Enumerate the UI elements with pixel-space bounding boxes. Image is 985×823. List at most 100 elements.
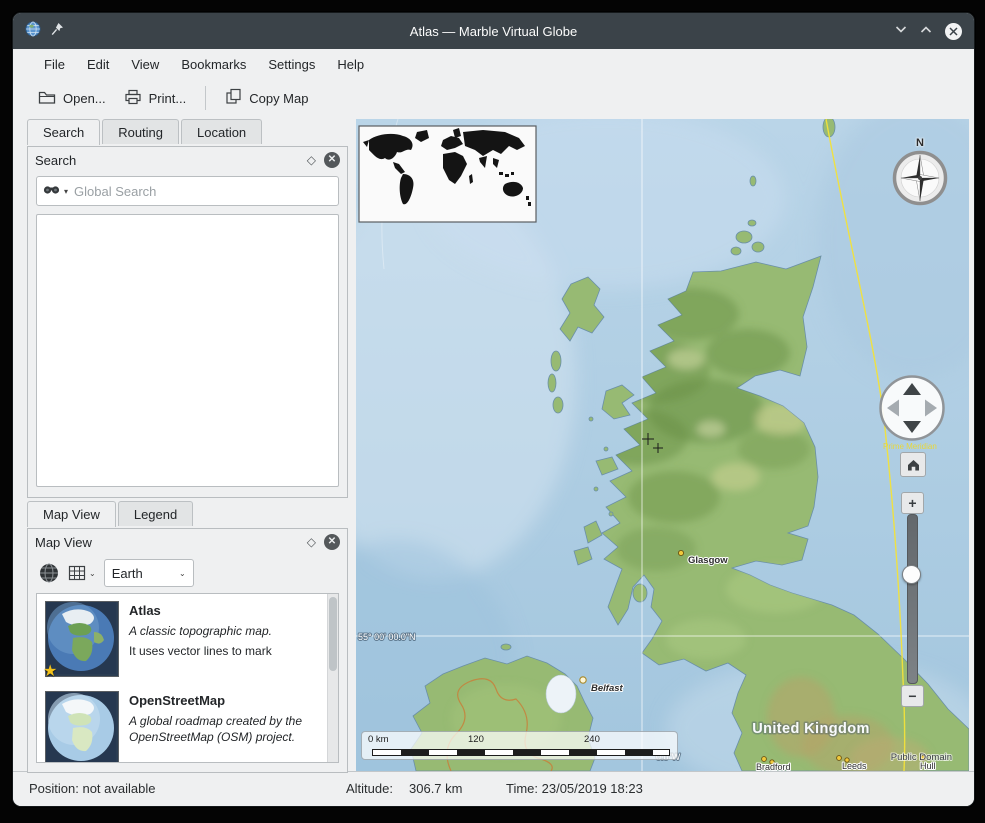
map-view-panel: Map View ◇ ✕ ⌄ Earth ⌄ xyxy=(27,528,348,773)
menu-edit[interactable]: Edit xyxy=(76,53,120,76)
print-button[interactable]: Print... xyxy=(115,84,196,113)
projection-flat-button[interactable]: ⌄ xyxy=(68,564,96,582)
city-marker-belfast[interactable] xyxy=(580,677,586,683)
float-panel-icon[interactable]: ◇ xyxy=(307,153,316,167)
city-label-glasgow: Glasgow xyxy=(688,555,728,566)
scale-start-label: 0 km xyxy=(368,734,389,745)
toolbar: Open... Print... Copy Map xyxy=(13,79,974,117)
celestial-body-select[interactable]: Earth ⌄ xyxy=(104,559,194,587)
overview-map[interactable] xyxy=(359,126,536,222)
close-icon[interactable] xyxy=(945,23,962,40)
theme-name: OpenStreetMap xyxy=(129,693,302,708)
theme-tagline: A global roadmap created by the xyxy=(129,714,302,728)
titlebar[interactable]: Atlas — Marble Virtual Globe xyxy=(13,13,974,49)
city-label-bradford: Bradford xyxy=(756,762,791,771)
open-button[interactable]: Open... xyxy=(29,84,115,113)
compass[interactable]: N xyxy=(889,137,951,211)
search-input-box: ▾ xyxy=(36,176,339,206)
openstreetmap-thumbnail xyxy=(45,691,119,763)
status-altitude-label: Altitude: xyxy=(346,781,393,796)
chevron-down-icon: ⌄ xyxy=(89,569,96,578)
panel-tabs-top: Search Routing Location xyxy=(27,119,264,144)
scale-bar-ruler xyxy=(372,749,670,756)
region-label-united-kingdom: United Kingdom xyxy=(752,721,870,737)
close-panel-icon[interactable]: ✕ xyxy=(324,152,340,168)
menu-help[interactable]: Help xyxy=(326,53,375,76)
atlas-thumbnail: ★ xyxy=(45,601,119,677)
copy-map-button[interactable]: Copy Map xyxy=(216,83,317,113)
open-button-label: Open... xyxy=(63,91,106,106)
folder-icon xyxy=(38,89,56,108)
tab-legend[interactable]: Legend xyxy=(118,501,193,526)
map-view-panel-title: Map View xyxy=(35,535,92,550)
menu-bookmarks[interactable]: Bookmarks xyxy=(170,53,257,76)
copy-map-button-label: Copy Map xyxy=(249,91,308,106)
map-canvas: Prime Meridian Glasgow Belfast Bradf xyxy=(356,119,969,771)
tab-map-view[interactable]: Map View xyxy=(27,501,116,527)
city-marker-leeds[interactable] xyxy=(837,756,842,761)
city-marker-glasgow[interactable] xyxy=(678,550,683,555)
float-panel-icon[interactable]: ◇ xyxy=(307,535,316,549)
search-mode-caret-icon[interactable]: ▾ xyxy=(64,187,68,196)
panel-tabs-bottom: Map View Legend xyxy=(27,501,195,526)
search-results-list[interactable] xyxy=(36,214,339,487)
tab-search[interactable]: Search xyxy=(27,119,100,145)
compass-rose-icon xyxy=(892,150,948,206)
zoom-slider-track[interactable] xyxy=(907,514,918,684)
scale-end-label: 240 xyxy=(584,734,600,745)
theme-description: It uses vector lines to mark xyxy=(129,644,272,658)
status-altitude-value: 306.7 km xyxy=(409,781,462,796)
favorite-star-icon[interactable]: ★ xyxy=(43,661,57,681)
zoom-in-button[interactable]: + xyxy=(901,492,924,514)
theme-row-atlas[interactable]: ★ Atlas A classic topographic map. It us… xyxy=(37,594,338,684)
home-button[interactable] xyxy=(900,452,926,477)
lough-neagh xyxy=(546,675,576,713)
menu-view[interactable]: View xyxy=(120,53,170,76)
maximize-icon[interactable] xyxy=(920,22,932,40)
theme-row-openstreetmap[interactable]: OpenStreetMap A global roadmap created b… xyxy=(37,684,338,763)
status-time: Time: 23/05/2019 18:23 xyxy=(506,781,643,796)
theme-name: Atlas xyxy=(129,603,272,618)
menu-file[interactable]: File xyxy=(33,53,76,76)
celestial-body-value: Earth xyxy=(112,566,143,581)
map-scale-bar: 0 km 120 240 xyxy=(361,731,678,760)
tab-location[interactable]: Location xyxy=(181,119,262,144)
scale-mid-label: 120 xyxy=(468,734,484,745)
status-position: Position: not available xyxy=(29,781,155,796)
license-label: Public Domain xyxy=(891,752,952,763)
city-label-belfast: Belfast xyxy=(591,683,624,694)
menu-settings[interactable]: Settings xyxy=(257,53,326,76)
minimize-icon[interactable] xyxy=(895,22,907,40)
binoculars-icon[interactable] xyxy=(43,182,60,200)
search-panel: Search ◇ ✕ ▾ xyxy=(27,146,348,498)
theme-tagline-2: OpenStreetMap (OSM) project. xyxy=(129,730,302,744)
chevron-down-icon: ⌄ xyxy=(179,569,186,578)
zoom-slider[interactable] xyxy=(904,514,919,682)
latitude-label: 55° 00' 00.0"N xyxy=(358,632,416,642)
projection-globe-button[interactable] xyxy=(38,562,60,584)
close-panel-icon[interactable]: ✕ xyxy=(324,534,340,550)
zoom-slider-handle[interactable] xyxy=(902,565,921,584)
map-theme-list: ★ Atlas A classic topographic map. It us… xyxy=(36,593,339,763)
fair-isle xyxy=(750,176,756,186)
theme-list-scrollbar[interactable] xyxy=(327,594,338,762)
search-input[interactable] xyxy=(72,183,332,200)
marble-window: Atlas — Marble Virtual Globe File Edit V… xyxy=(12,12,975,807)
printer-icon xyxy=(124,89,142,108)
tab-routing[interactable]: Routing xyxy=(102,119,179,144)
city-marker-bradford[interactable] xyxy=(762,757,767,762)
zoom-out-button[interactable]: − xyxy=(901,685,924,707)
uist-island xyxy=(548,374,556,392)
orkney-island xyxy=(736,231,752,243)
map-viewport[interactable]: Prime Meridian Glasgow Belfast Bradf xyxy=(356,119,969,771)
barra-island xyxy=(553,397,563,413)
orkney-island xyxy=(752,242,764,252)
window-title: Atlas — Marble Virtual Globe xyxy=(13,24,974,39)
menubar: File Edit View Bookmarks Settings Help xyxy=(13,49,974,79)
theme-tagline: A classic topographic map. xyxy=(129,624,272,638)
orkney-island xyxy=(748,220,756,226)
city-label-leeds: Leeds xyxy=(842,761,867,771)
prime-meridian-label: Prime Meridian xyxy=(883,442,937,451)
statusbar: Position: not available Altitude: 306.7 … xyxy=(13,771,974,806)
pan-control[interactable] xyxy=(878,374,946,442)
